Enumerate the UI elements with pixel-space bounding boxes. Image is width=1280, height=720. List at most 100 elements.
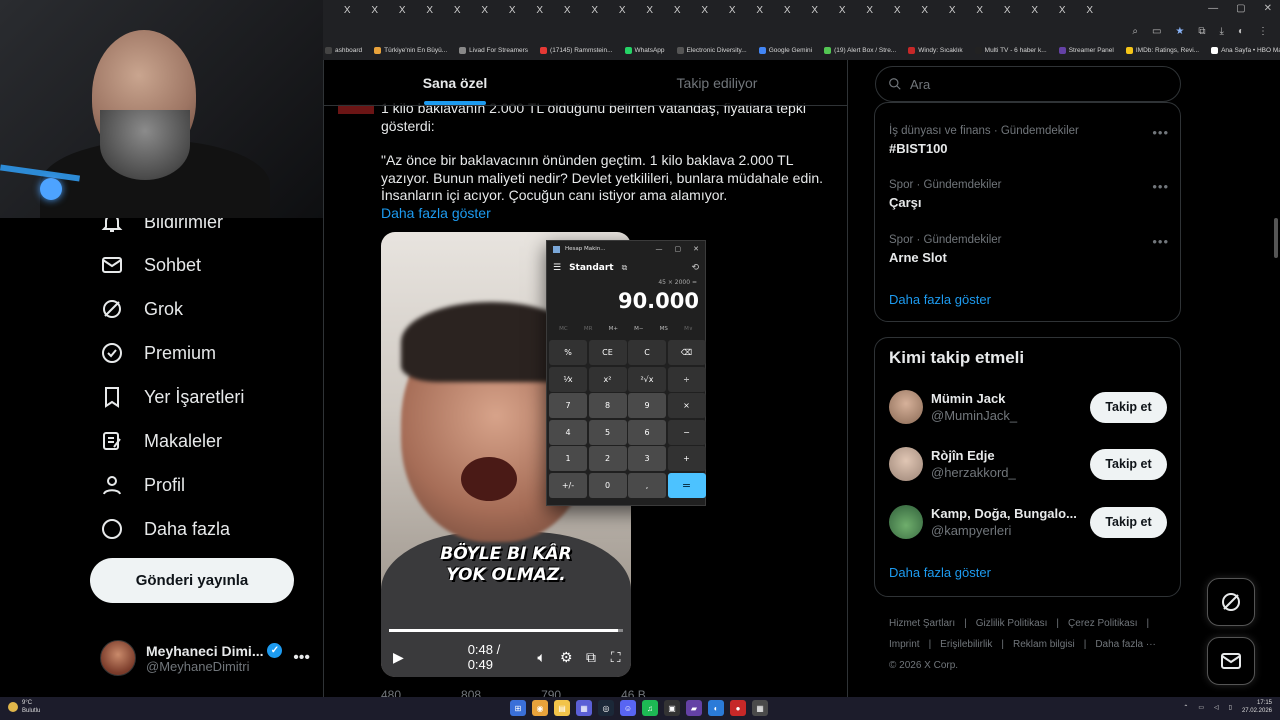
- calculator-key[interactable]: 4: [549, 419, 587, 445]
- hamburger-menu-icon[interactable]: ☰: [553, 263, 561, 273]
- footer-link[interactable]: Gizlilik Politikası: [976, 613, 1048, 634]
- zoom-icon[interactable]: ⌕: [1132, 26, 1138, 37]
- calculator-key[interactable]: 2: [588, 446, 627, 471]
- memory-button[interactable]: M∨: [684, 326, 693, 332]
- calculator-titlebar[interactable]: Hesap Makin... — ▢ ✕: [547, 241, 705, 257]
- store-icon[interactable]: ▦: [576, 700, 592, 716]
- page-scrollbar[interactable]: [1272, 60, 1280, 697]
- more-options-icon[interactable]: •••: [1152, 234, 1169, 249]
- show-more-link[interactable]: Daha fazla göster: [381, 205, 831, 223]
- like-count[interactable]: 790: [541, 688, 561, 697]
- browser-tab[interactable]: X: [828, 5, 856, 16]
- maximize-icon[interactable]: ▢: [675, 245, 682, 253]
- browser-tab[interactable]: X: [938, 5, 966, 16]
- suggestion-item[interactable]: Mümin Jack @MuminJack_ Takip et: [889, 388, 1167, 426]
- calculator-key[interactable]: 6: [628, 419, 666, 445]
- profile-icon[interactable]: ◐: [1238, 26, 1244, 37]
- calculator-key[interactable]: 7: [549, 393, 587, 418]
- browser-tab[interactable]: X: [718, 5, 746, 16]
- calculator-key[interactable]: ×: [667, 393, 706, 418]
- browser-tab[interactable]: X: [691, 5, 719, 16]
- menu-icon[interactable]: ⋮: [1258, 26, 1268, 37]
- calculator-key[interactable]: 5: [588, 419, 627, 445]
- calculator-key[interactable]: ⅟x: [549, 366, 587, 392]
- bookmark-item[interactable]: Türkiye'nin En Büyü...: [374, 47, 447, 54]
- twitch-icon[interactable]: ▰: [686, 700, 702, 716]
- browser-tab[interactable]: X: [1076, 5, 1104, 16]
- grok-floating-button[interactable]: [1207, 578, 1255, 626]
- picture-in-picture-icon[interactable]: ⧉: [584, 649, 599, 665]
- browser-tab[interactable]: X: [773, 5, 801, 16]
- footer-link[interactable]: Imprint: [889, 634, 920, 655]
- speaker-icon[interactable]: ◁: [1214, 704, 1219, 711]
- battery-icon[interactable]: ▯: [1229, 704, 1232, 711]
- weather-widget[interactable]: 9°C Bulutlu: [8, 699, 40, 715]
- extensions-icon[interactable]: ⧉: [1198, 26, 1205, 37]
- network-icon[interactable]: ▭: [1198, 704, 1204, 711]
- browser-tab[interactable]: X: [993, 5, 1021, 16]
- edge-icon[interactable]: ◐: [708, 700, 724, 716]
- folder-icon[interactable]: ▤: [554, 700, 570, 716]
- nav-item-bookmarks[interactable]: Yer İşaretleri: [100, 379, 244, 415]
- discord-icon[interactable]: ☺: [620, 700, 636, 716]
- browser-tab[interactable]: X: [856, 5, 884, 16]
- browser-tab[interactable]: X: [498, 5, 526, 16]
- calculator-key[interactable]: 1: [549, 446, 587, 471]
- close-icon[interactable]: ✕: [693, 245, 699, 253]
- memory-button[interactable]: MS: [660, 326, 668, 332]
- minimize-icon[interactable]: —: [656, 245, 663, 253]
- minimize-window-icon[interactable]: —: [1208, 3, 1218, 14]
- browser-tab[interactable]: X: [526, 5, 554, 16]
- star-icon[interactable]: ★: [1175, 26, 1184, 37]
- memory-button[interactable]: MR: [584, 326, 593, 332]
- trend-item[interactable]: İş dünyası ve finans · Gündemdekiler #BI…: [889, 125, 1169, 156]
- bookmark-item[interactable]: Ana Sayfa • HBO Max: [1211, 47, 1280, 54]
- suggestion-item[interactable]: Ròjîn Edje @herzakkord_ Takip et: [889, 445, 1167, 483]
- calculator-key[interactable]: ÷: [667, 366, 706, 392]
- footer-link[interactable]: Erişilebilirlik: [940, 634, 992, 655]
- fullscreen-icon[interactable]: ⛶: [608, 649, 623, 665]
- browser-tab[interactable]: X: [801, 5, 829, 16]
- bookmark-item[interactable]: Windy: Sıcaklık: [908, 47, 963, 54]
- footer-link[interactable]: Hizmet Şartları: [889, 613, 955, 634]
- calculator-key[interactable]: ⌫: [667, 340, 706, 365]
- calculator-key[interactable]: −: [667, 419, 706, 445]
- tab-following[interactable]: Takip ediliyor: [586, 60, 847, 105]
- views-count[interactable]: 46 B: [621, 688, 646, 697]
- calculator-key[interactable]: %: [549, 340, 587, 365]
- browser-tab[interactable]: X: [746, 5, 774, 16]
- calculator-key[interactable]: x²: [588, 366, 627, 392]
- close-window-icon[interactable]: ✕: [1264, 3, 1272, 14]
- clock[interactable]: 17:15 27.02.2026: [1242, 699, 1272, 715]
- calculator-key[interactable]: 9: [628, 393, 666, 418]
- bookmark-item[interactable]: Streamer Panel: [1058, 47, 1114, 54]
- history-icon[interactable]: ⟲: [691, 263, 699, 273]
- nav-item-profile[interactable]: Profil: [100, 467, 185, 503]
- spotify-icon[interactable]: ♫: [642, 700, 658, 716]
- browser-tab[interactable]: X: [361, 5, 389, 16]
- browser-tab[interactable]: X: [966, 5, 994, 16]
- bookmark-item[interactable]: (17145) Rammstein...: [540, 47, 613, 54]
- who-show-more-link[interactable]: Daha fazla göster: [889, 565, 991, 580]
- browser-tab[interactable]: X: [608, 5, 636, 16]
- cast-icon[interactable]: ▭: [1152, 26, 1161, 37]
- follow-button[interactable]: Takip et: [1090, 506, 1167, 538]
- calculator-key[interactable]: CE: [588, 340, 627, 365]
- footer-link[interactable]: Daha fazla ···: [1095, 634, 1156, 655]
- tray-chevron-icon[interactable]: ⌃: [1183, 704, 1188, 711]
- more-options-icon[interactable]: •••: [1152, 125, 1169, 140]
- nav-item-grok[interactable]: Grok: [100, 291, 183, 327]
- search-input[interactable]: Ara: [875, 66, 1181, 102]
- account-switcher[interactable]: Meyhaneci Dimi... ✓ @MeyhaneDimitri •••: [100, 636, 310, 680]
- messages-floating-button[interactable]: [1207, 637, 1255, 685]
- browser-tab[interactable]: X: [636, 5, 664, 16]
- trends-show-more-link[interactable]: Daha fazla göster: [889, 292, 991, 307]
- browser-tab[interactable]: X: [911, 5, 939, 16]
- suggestion-item[interactable]: Kamp, Doğa, Bungalo... @kampyerleri Taki…: [889, 503, 1167, 541]
- calculator-key[interactable]: =: [667, 472, 706, 498]
- bookmark-item[interactable]: (19) Alert Box / Stre...: [824, 47, 896, 54]
- follow-button[interactable]: Takip et: [1090, 448, 1167, 480]
- more-options-icon[interactable]: •••: [293, 649, 310, 667]
- calculator-key[interactable]: C: [628, 340, 666, 365]
- obs-icon[interactable]: ●: [730, 700, 746, 716]
